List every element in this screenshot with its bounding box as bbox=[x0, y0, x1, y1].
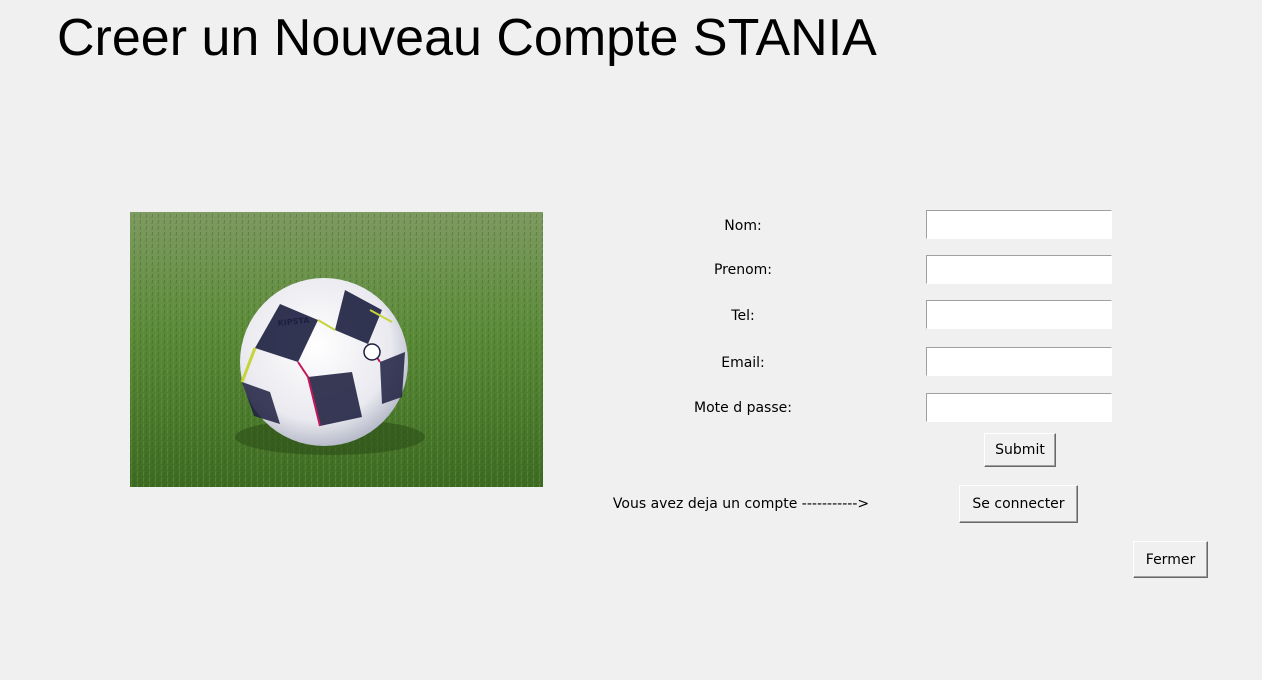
tel-field[interactable] bbox=[926, 300, 1112, 329]
password-label: Mote d passe: bbox=[694, 400, 792, 416]
close-button[interactable]: Fermer bbox=[1133, 541, 1208, 578]
nom-label: Nom: bbox=[724, 218, 762, 234]
prenom-label: Prenom: bbox=[713, 262, 773, 278]
email-field[interactable] bbox=[926, 347, 1112, 376]
prenom-field[interactable] bbox=[926, 255, 1112, 284]
nom-field[interactable] bbox=[926, 210, 1112, 239]
football-photo: KIPSTA bbox=[130, 212, 543, 487]
login-prompt: Vous avez deja un compte -----------> bbox=[612, 496, 870, 512]
tel-label: Tel: bbox=[731, 308, 755, 324]
submit-button[interactable]: Submit bbox=[984, 433, 1056, 467]
email-label: Email: bbox=[721, 355, 765, 371]
login-button[interactable]: Se connecter bbox=[959, 485, 1078, 523]
page-title: Creer un Nouveau Compte STANIA bbox=[57, 9, 877, 67]
password-field[interactable] bbox=[926, 393, 1112, 422]
